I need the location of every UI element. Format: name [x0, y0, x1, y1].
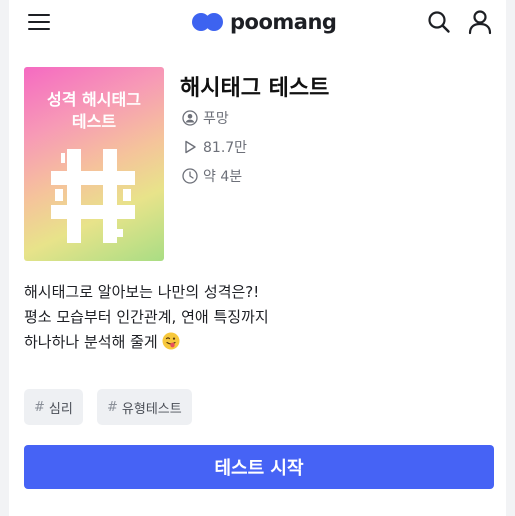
menu-line [28, 14, 50, 16]
winking-tongue-emoji-icon [162, 332, 180, 350]
views-row: 81.7만 [182, 138, 247, 156]
profile-button[interactable] [468, 9, 492, 35]
poomang-logo[interactable]: poomang [192, 7, 337, 37]
logo-cloud-icon [192, 11, 226, 33]
view-count: 81.7만 [203, 140, 248, 156]
clock-icon [182, 168, 198, 184]
test-title: 해시태그 테스트 [180, 76, 330, 101]
search-button[interactable] [427, 10, 451, 34]
tag-chip[interactable]: # 심리 [24, 389, 83, 425]
tag-chip[interactable]: # 유형테스트 [97, 389, 192, 425]
top-header: poomang [9, 0, 506, 44]
start-test-button[interactable]: 테스트 시작 [24, 445, 494, 489]
hashtag-icon [51, 149, 135, 243]
description-line: 해시태그로 알아보는 나만의 성격은?! [24, 283, 260, 301]
thumbnail-title-line: 테스트 [71, 112, 117, 131]
thumbnail-title-line: 성격 해시태그 [47, 90, 141, 109]
test-thumbnail: 성격 해시태그 테스트 [24, 67, 164, 261]
hamburger-menu-button[interactable] [28, 12, 52, 32]
hash-symbol: # [107, 399, 118, 415]
search-icon [428, 11, 450, 33]
logo-text: poomang [230, 10, 337, 34]
author-name: 푸망 [203, 111, 229, 127]
duration-row: 약 4분 [182, 167, 242, 185]
menu-line [28, 28, 50, 30]
author-row: 푸망 [182, 109, 229, 127]
play-icon [185, 140, 196, 154]
author-avatar-icon [182, 110, 198, 126]
tag-label: 심리 [48, 401, 73, 417]
description-line-with-emoji: 하나하나 분석해 줄게 [24, 330, 494, 355]
menu-line [28, 21, 50, 23]
duration-text: 약 4분 [203, 169, 243, 185]
user-icon [468, 10, 492, 35]
test-description: 해시태그로 알아보는 나만의 성격은?! 평소 모습부터 인간관계, 연애 특징… [24, 280, 494, 355]
description-line: 하나하나 분석해 줄게 [24, 333, 158, 351]
hash-symbol: # [34, 399, 45, 415]
tag-label: 유형테스트 [121, 401, 182, 417]
page: poomang 성격 해시태그 테스트 해시태그 테스트 푸망 81.7만 약 … [9, 0, 506, 516]
thumbnail-title: 성격 해시태그 테스트 [24, 89, 164, 133]
description-line: 평소 모습부터 인간관계, 연애 특징까지 [24, 308, 269, 326]
